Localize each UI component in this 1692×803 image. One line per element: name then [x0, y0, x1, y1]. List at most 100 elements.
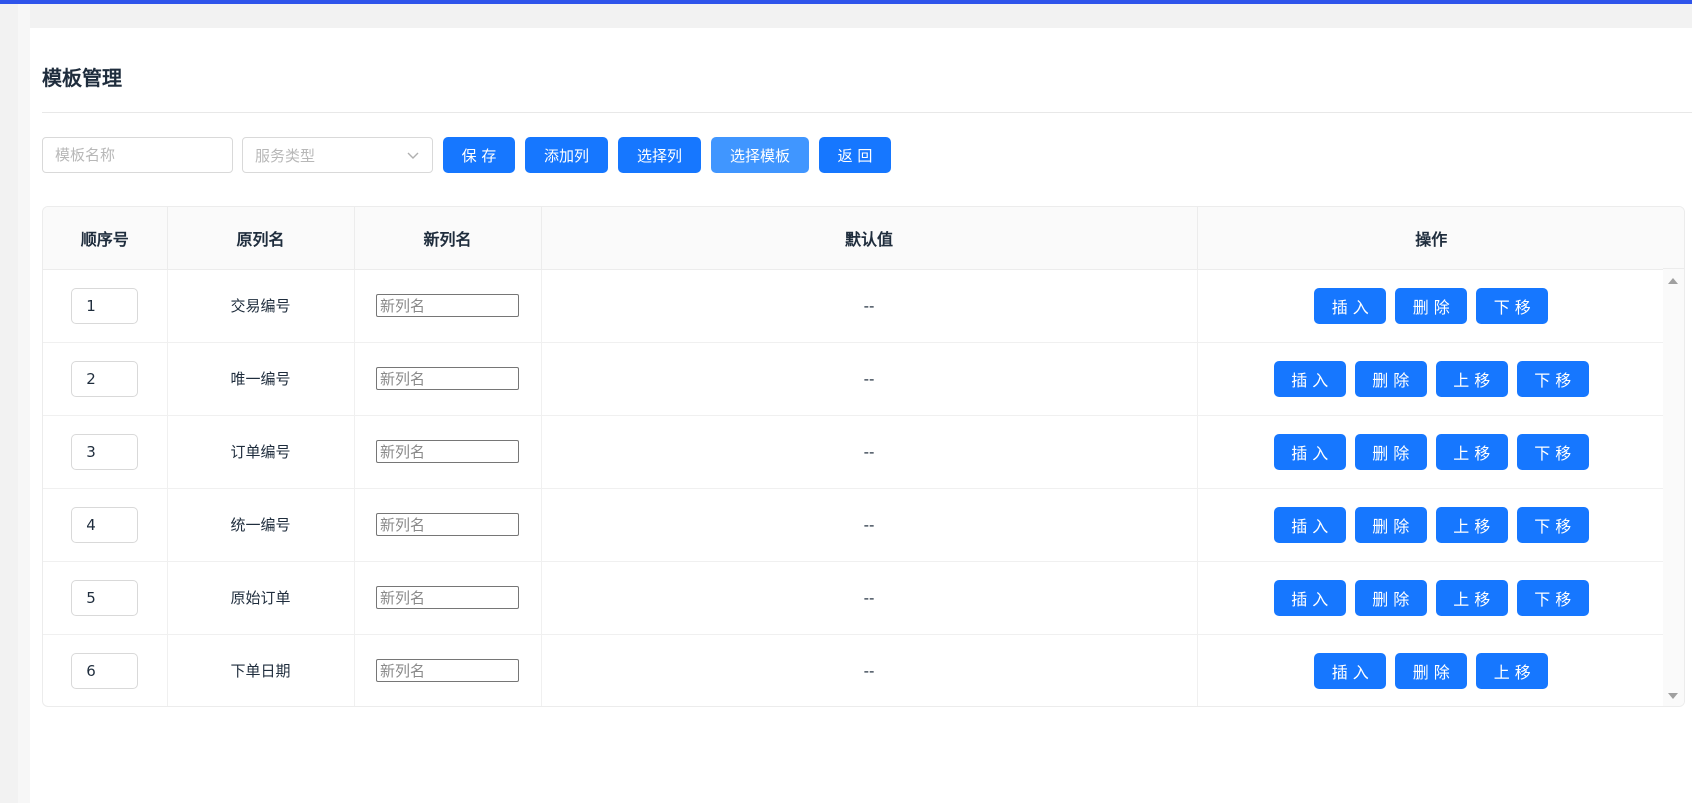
- top-accent-bar: [0, 0, 1692, 4]
- move-up-button[interactable]: 上 移: [1435, 506, 1508, 543]
- move-down-button[interactable]: 下 移: [1516, 433, 1589, 470]
- seq-input[interactable]: [71, 506, 139, 543]
- operations-cell: 插 入删 除上 移: [1197, 634, 1666, 706]
- insert-button[interactable]: 插 入: [1314, 652, 1387, 689]
- table-row: 统一编号--插 入删 除上 移下 移: [43, 488, 1666, 562]
- title-divider: [42, 112, 1692, 113]
- scroll-up-arrow-icon[interactable]: [1668, 278, 1678, 284]
- move-up-button[interactable]: 上 移: [1435, 360, 1508, 397]
- default-value-cell: --: [541, 634, 1198, 706]
- new-name-cell: [354, 269, 542, 343]
- template-name-input[interactable]: [42, 137, 233, 173]
- insert-button[interactable]: 插 入: [1273, 506, 1346, 543]
- select-column-button[interactable]: 选择列: [618, 137, 701, 173]
- main-card: 模板管理 服务类型 保 存 添加列 选择列 选择模板 返 回 顺序号 原列名 新…: [30, 28, 1692, 803]
- page-title: 模板管理: [42, 66, 122, 90]
- seq-cell: [43, 342, 168, 416]
- new-name-input[interactable]: [376, 586, 519, 609]
- operations-cell: 插 入删 除上 移下 移: [1197, 342, 1666, 416]
- header-operations: 操作: [1197, 207, 1665, 270]
- delete-button[interactable]: 删 除: [1354, 360, 1427, 397]
- move-up-button[interactable]: 上 移: [1435, 433, 1508, 470]
- table-row: 下单日期--插 入删 除上 移: [43, 634, 1666, 706]
- original-name-cell: 下单日期: [167, 634, 355, 706]
- move-down-button[interactable]: 下 移: [1516, 506, 1589, 543]
- delete-button[interactable]: 删 除: [1354, 433, 1427, 470]
- seq-input[interactable]: [71, 287, 139, 324]
- delete-button[interactable]: 删 除: [1354, 579, 1427, 616]
- header-seq: 顺序号: [43, 207, 168, 270]
- move-up-button[interactable]: 上 移: [1476, 652, 1549, 689]
- table-row: 订单编号--插 入删 除上 移下 移: [43, 415, 1666, 489]
- header-scroll-pad: [1663, 207, 1684, 269]
- seq-input[interactable]: [71, 579, 139, 616]
- new-name-input[interactable]: [376, 440, 519, 463]
- seq-cell: [43, 488, 168, 562]
- toolbar: 服务类型 保 存 添加列 选择列 选择模板 返 回: [42, 137, 891, 173]
- original-name-cell: 原始订单: [167, 561, 355, 635]
- back-button[interactable]: 返 回: [819, 137, 891, 173]
- operations-cell: 插 入删 除下 移: [1197, 269, 1666, 343]
- table-row: 原始订单--插 入删 除上 移下 移: [43, 561, 1666, 635]
- new-name-input[interactable]: [376, 294, 519, 317]
- header-default-value: 默认值: [541, 207, 1198, 270]
- table-scrollbar[interactable]: [1663, 269, 1684, 706]
- seq-input[interactable]: [71, 433, 139, 470]
- seq-cell: [43, 269, 168, 343]
- content-gutter: [18, 4, 30, 803]
- delete-button[interactable]: 删 除: [1395, 652, 1468, 689]
- move-up-button[interactable]: 上 移: [1435, 579, 1508, 616]
- table-row: 交易编号--插 入删 除下 移: [43, 269, 1666, 343]
- add-column-button[interactable]: 添加列: [525, 137, 608, 173]
- header-original-name: 原列名: [167, 207, 355, 270]
- service-type-placeholder: 服务类型: [255, 146, 316, 165]
- row-actions: 插 入删 除上 移下 移: [1198, 506, 1666, 543]
- save-button[interactable]: 保 存: [443, 137, 515, 173]
- row-actions: 插 入删 除上 移下 移: [1198, 360, 1666, 397]
- operations-cell: 插 入删 除上 移下 移: [1197, 488, 1666, 562]
- seq-cell: [43, 561, 168, 635]
- delete-button[interactable]: 删 除: [1354, 506, 1427, 543]
- row-actions: 插 入删 除下 移: [1198, 287, 1666, 324]
- original-name-cell: 交易编号: [167, 269, 355, 343]
- header-new-name: 新列名: [354, 207, 542, 270]
- default-value-cell: --: [541, 488, 1198, 562]
- move-down-button[interactable]: 下 移: [1516, 360, 1589, 397]
- insert-button[interactable]: 插 入: [1314, 287, 1387, 324]
- move-down-button[interactable]: 下 移: [1476, 287, 1549, 324]
- move-down-button[interactable]: 下 移: [1516, 579, 1589, 616]
- delete-button[interactable]: 删 除: [1395, 287, 1468, 324]
- row-actions: 插 入删 除上 移下 移: [1198, 579, 1666, 616]
- insert-button[interactable]: 插 入: [1273, 360, 1346, 397]
- original-name-cell: 订单编号: [167, 415, 355, 489]
- service-type-select[interactable]: 服务类型: [242, 137, 433, 173]
- original-name-cell: 统一编号: [167, 488, 355, 562]
- seq-cell: [43, 415, 168, 489]
- seq-input[interactable]: [71, 360, 139, 397]
- new-name-cell: [354, 561, 542, 635]
- insert-button[interactable]: 插 入: [1273, 579, 1346, 616]
- default-value-cell: --: [541, 269, 1198, 343]
- select-template-button[interactable]: 选择模板: [711, 137, 809, 173]
- default-value-cell: --: [541, 415, 1198, 489]
- table-row: 唯一编号--插 入删 除上 移下 移: [43, 342, 1666, 416]
- row-actions: 插 入删 除上 移下 移: [1198, 433, 1666, 470]
- new-name-cell: [354, 634, 542, 706]
- operations-cell: 插 入删 除上 移下 移: [1197, 561, 1666, 635]
- new-name-input[interactable]: [376, 513, 519, 536]
- seq-cell: [43, 634, 168, 706]
- chevron-down-icon: [407, 152, 419, 159]
- seq-input[interactable]: [71, 652, 139, 689]
- new-name-input[interactable]: [376, 367, 519, 390]
- default-value-cell: --: [541, 342, 1198, 416]
- new-name-input[interactable]: [376, 659, 519, 682]
- new-name-cell: [354, 342, 542, 416]
- original-name-cell: 唯一编号: [167, 342, 355, 416]
- table-header-row: 顺序号 原列名 新列名 默认值 操作: [43, 207, 1665, 270]
- operations-cell: 插 入删 除上 移下 移: [1197, 415, 1666, 489]
- insert-button[interactable]: 插 入: [1273, 433, 1346, 470]
- default-value-cell: --: [541, 561, 1198, 635]
- row-actions: 插 入删 除上 移: [1198, 652, 1666, 689]
- scroll-down-arrow-icon[interactable]: [1668, 693, 1678, 699]
- left-sidebar-edge: [0, 4, 18, 803]
